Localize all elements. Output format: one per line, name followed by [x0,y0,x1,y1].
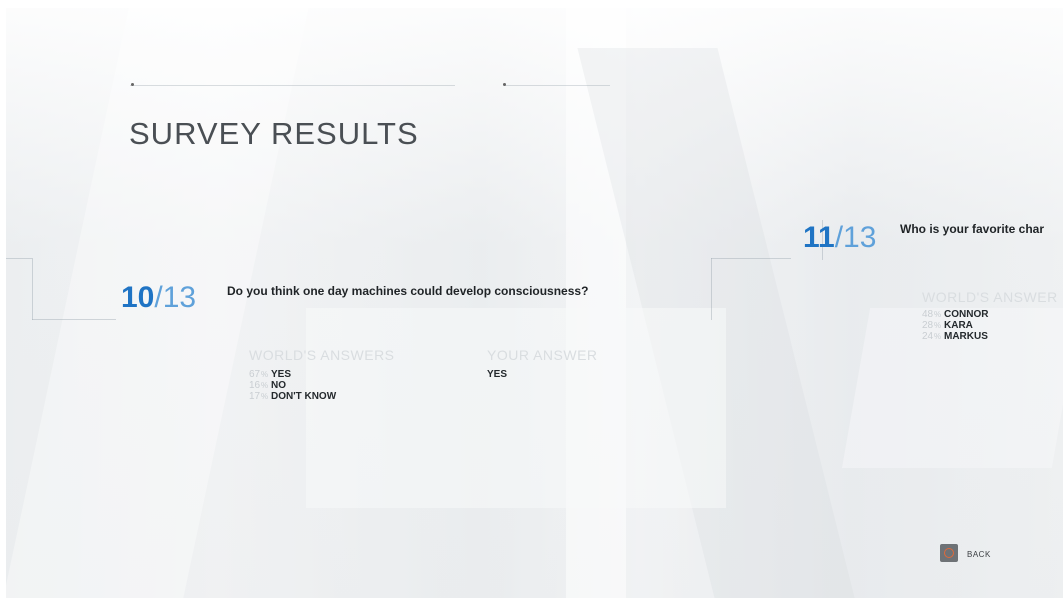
percent-icon: % [934,332,942,341]
page-title: SURVEY RESULTS [129,116,419,151]
worlds-answers-heading: WORLD'S ANSWER [922,289,1058,305]
percent-icon: % [261,392,269,401]
question-text: Do you think one day machines could deve… [227,284,589,298]
answer-percent: 48 [922,309,934,320]
frame-line [32,319,116,320]
percent-icon: % [934,321,942,330]
back-label[interactable]: BACK [967,550,991,559]
frame-line [711,258,791,259]
your-answer-heading: YOUR ANSWER [487,347,598,363]
answer-percent: 17 [249,391,261,402]
your-answer-value: YES [487,369,508,380]
question-index: 10 [121,281,155,314]
back-button[interactable] [940,544,958,562]
answer-label: KARA [944,320,973,331]
answer-row: 16% NO [249,380,286,391]
question-text: Who is your favorite char [900,222,1045,236]
worlds-answers-heading: WORLD'S ANSWERS [249,347,395,363]
answer-row: 17% DON'T KNOW [249,391,336,402]
header-divider [130,85,455,86]
question-index: 11 [803,221,835,254]
answer-label: CONNOR [944,309,989,320]
frame-line [32,258,33,320]
answer-percent: 16 [249,380,261,391]
answer-row: 67% YES [249,369,291,380]
answer-percent: 24 [922,331,934,342]
answer-row: 24% MARKUS [922,331,988,342]
answer-row: 48% CONNOR [922,309,988,320]
circle-button-icon [944,548,954,558]
question-total: /13 [154,281,197,314]
answer-label: YES [271,369,292,380]
answer-percent: 28 [922,320,934,331]
frame-line [711,258,712,320]
answer-label: MARKUS [944,331,988,342]
percent-icon: % [261,370,269,379]
question-number: 11/13 [803,223,876,253]
background-shard [306,308,726,508]
frame-line [6,258,32,259]
header-dot [131,83,134,86]
header-divider [505,85,610,86]
question-number: 10/13 [121,283,196,313]
percent-icon: % [261,381,269,390]
percent-icon: % [934,310,942,319]
answer-label: NO [271,380,286,391]
answer-row: 28% KARA [922,320,973,331]
answer-label: DON'T KNOW [271,391,337,402]
header-dot [503,83,506,86]
answer-percent: 67 [249,369,261,380]
question-total: /13 [834,221,877,254]
